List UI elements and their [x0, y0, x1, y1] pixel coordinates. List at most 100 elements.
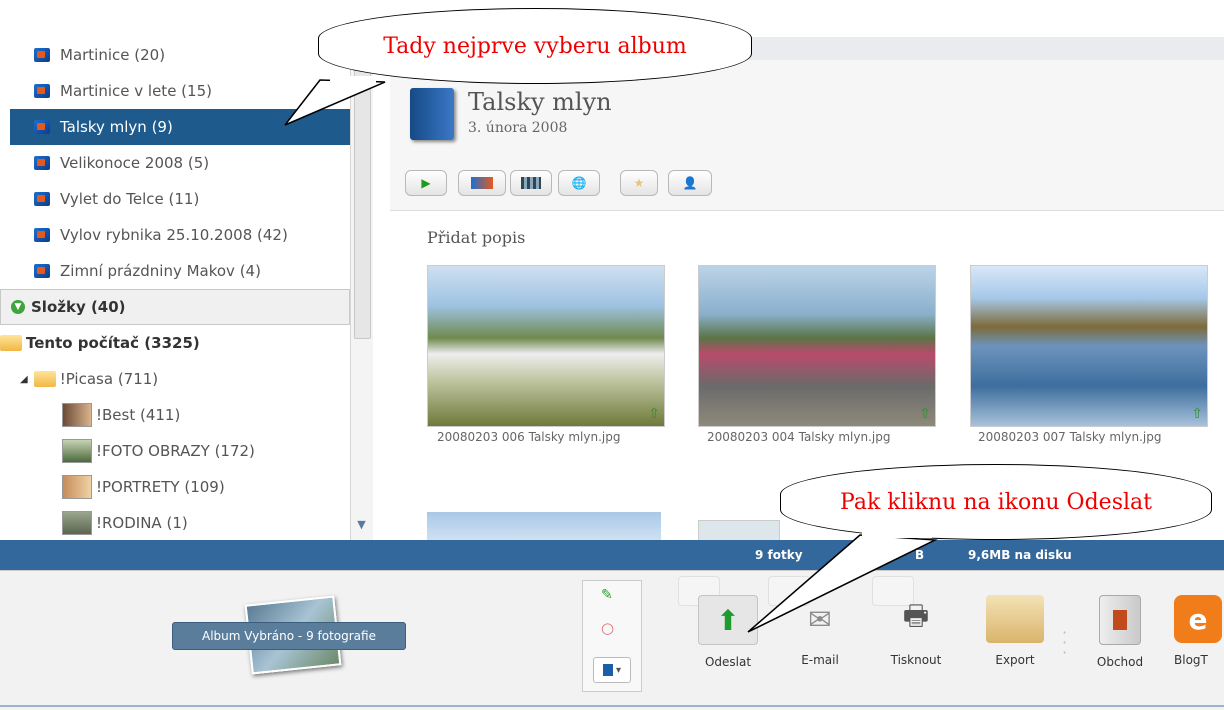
upload-button[interactable]: ⬆ Odeslat — [688, 595, 768, 669]
expand-triangle-icon[interactable]: ◢ — [20, 374, 28, 385]
subfolder-item[interactable]: !FOTO OBRAZY (172) — [10, 433, 350, 469]
picasa-folder[interactable]: ◢ !Picasa (711) — [10, 361, 350, 397]
folder-icon — [33, 371, 56, 387]
upload-status-icon: ⇧ — [648, 406, 660, 422]
photo-thumbnail[interactable]: ⇧ — [970, 265, 1208, 427]
photo-thumbnail[interactable] — [427, 512, 661, 540]
action-label: Export — [995, 653, 1035, 667]
callout-bottom-text: Pak kliknu na ikonu Odeslat — [840, 489, 1152, 515]
callout-top-text: Tady nejprve vyberu album — [383, 33, 687, 59]
disk-usage: 9,6MB na disku — [968, 548, 1072, 562]
folder-thumbnail-icon — [62, 403, 92, 427]
album-icon — [34, 156, 50, 170]
sidebar-scrollbar[interactable]: ▼ — [350, 37, 373, 540]
tray-bottom-line — [0, 705, 1224, 707]
photo-caption: 20080203 006 Talsky mlyn.jpg — [437, 430, 621, 444]
folder-label: !Picasa (711) — [59, 370, 159, 388]
subfolder-item[interactable]: !RODINA (1) — [10, 505, 350, 540]
upload-status-icon: ⇧ — [1191, 406, 1203, 422]
this-computer-folder[interactable]: Tento počítač (3325) — [0, 325, 350, 361]
separator-dots: · · · — [1062, 623, 1068, 662]
collage-button[interactable] — [458, 170, 506, 196]
photo-thumbnail[interactable]: ⇧ — [427, 265, 665, 427]
section-label: Složky (40) — [31, 298, 126, 316]
geotag-button[interactable]: 🌐 — [558, 170, 600, 196]
album-label: Vylov rybnika 25.10.2008 (42) — [60, 226, 288, 244]
email-button[interactable]: ✉ E-mail — [780, 595, 860, 668]
photo-caption: 20080203 004 Talsky mlyn.jpg — [707, 430, 891, 444]
album-title[interactable]: Talsky mlyn — [468, 88, 612, 116]
action-label: Odeslat — [704, 655, 752, 669]
folder-label: !PORTRETY (109) — [96, 478, 225, 496]
film-icon — [521, 177, 541, 189]
sidebar-album-item[interactable]: Zimní prázdniny Makov (4) — [10, 253, 350, 289]
callout-bottom: Pak kliknu na ikonu Odeslat — [780, 464, 1212, 540]
action-label: Tisknout — [890, 653, 942, 667]
album-icon — [602, 664, 613, 676]
export-button[interactable]: Export — [975, 595, 1055, 667]
sidebar-album-item-selected[interactable]: Talsky mlyn (9) — [10, 109, 350, 145]
sidebar-album-item[interactable]: Martinice v lete (15) — [10, 73, 350, 109]
sidebar-album-item[interactable]: Velikonoce 2008 (5) — [10, 145, 350, 181]
folder-thumbnail-icon — [62, 475, 92, 499]
folder-icon — [986, 595, 1044, 643]
collage-icon — [471, 177, 493, 189]
upload-arrow-icon: ⬆ — [698, 595, 758, 645]
callout-top: Tady nejprve vyberu album — [318, 8, 752, 84]
sidebar-album-item[interactable]: Vylov rybnika 25.10.2008 (42) — [10, 217, 350, 253]
person-icon: 👤 — [682, 176, 698, 190]
blog-button[interactable]: e BlogT — [1168, 595, 1224, 667]
sidebar-album-item[interactable]: Martinice (20) — [10, 37, 350, 73]
blogger-icon: e — [1174, 595, 1222, 643]
shop-button[interactable]: Obchod — [1080, 595, 1160, 669]
album-label: Velikonoce 2008 (5) — [60, 154, 210, 172]
upload-status-icon: ⇧ — [919, 406, 931, 422]
folder-label: !Best (411) — [96, 406, 181, 424]
printer-icon: 🖶 — [902, 599, 930, 632]
album-label: Martinice v lete (15) — [60, 82, 212, 100]
action-label: E-mail — [801, 653, 839, 667]
album-label: Zimní prázdniny Makov (4) — [60, 262, 261, 280]
photo-thumbnail[interactable] — [698, 520, 780, 542]
album-icon — [34, 192, 50, 206]
movie-button[interactable] — [510, 170, 552, 196]
folders-section-header[interactable]: ▼ Složky (40) — [0, 289, 350, 325]
subfolder-item[interactable]: !PORTRETY (109) — [10, 469, 350, 505]
selection-label: Album Vybráno - 9 fotografie — [172, 622, 406, 650]
status-bar: 9 fotky B 9,6MB na disku — [0, 540, 1224, 570]
action-label: Obchod — [1096, 655, 1144, 669]
print-button[interactable]: 🖶 Tisknout — [876, 595, 956, 667]
globe-icon: 🌐 — [571, 176, 587, 190]
pin-icon[interactable]: ✎ — [601, 587, 613, 603]
album-icon — [34, 264, 50, 278]
album-label: Vylet do Telce (11) — [60, 190, 200, 208]
album-sidebar: Martinice (20) Martinice v lete (15) Tal… — [0, 0, 372, 540]
photo-caption: 20080203 007 Talsky mlyn.jpg — [978, 430, 1162, 444]
people-button[interactable]: 👤 — [668, 170, 712, 196]
envelope-icon: ✉ — [808, 602, 832, 636]
subfolder-item[interactable]: !Best (411) — [10, 397, 350, 433]
album-dropdown-button[interactable]: ▾ — [593, 657, 631, 683]
folder-thumbnail-icon — [62, 511, 92, 535]
album-book-icon — [410, 88, 454, 140]
album-icon — [34, 48, 50, 62]
star-icon: ★ — [633, 176, 645, 190]
scroll-down-icon[interactable]: ▼ — [354, 517, 369, 532]
album-list: Martinice (20) Martinice v lete (15) Tal… — [0, 37, 350, 540]
callout-join — [330, 76, 376, 83]
album-icon — [34, 228, 50, 242]
sidebar-album-item[interactable]: Vylet do Telce (11) — [10, 181, 350, 217]
photo-thumbnail[interactable]: ⇧ — [698, 265, 936, 427]
clear-circle-icon[interactable]: ○ — [601, 619, 614, 637]
album-label: Talsky mlyn (9) — [60, 118, 173, 136]
play-icon: ▶ — [421, 176, 431, 190]
slideshow-button[interactable]: ▶ — [405, 170, 447, 196]
tray-tools: ✎ ○ ▾ — [582, 580, 642, 692]
album-date[interactable]: 3. února 2008 — [468, 120, 567, 136]
album-label: Martinice (20) — [60, 46, 166, 64]
favorite-button[interactable]: ★ — [620, 170, 658, 196]
add-description-link[interactable]: Přidat popis — [427, 228, 525, 247]
action-label: BlogT — [1174, 653, 1208, 667]
folder-label: !FOTO OBRAZY (172) — [96, 442, 255, 460]
expand-circle-icon[interactable]: ▼ — [11, 300, 25, 314]
